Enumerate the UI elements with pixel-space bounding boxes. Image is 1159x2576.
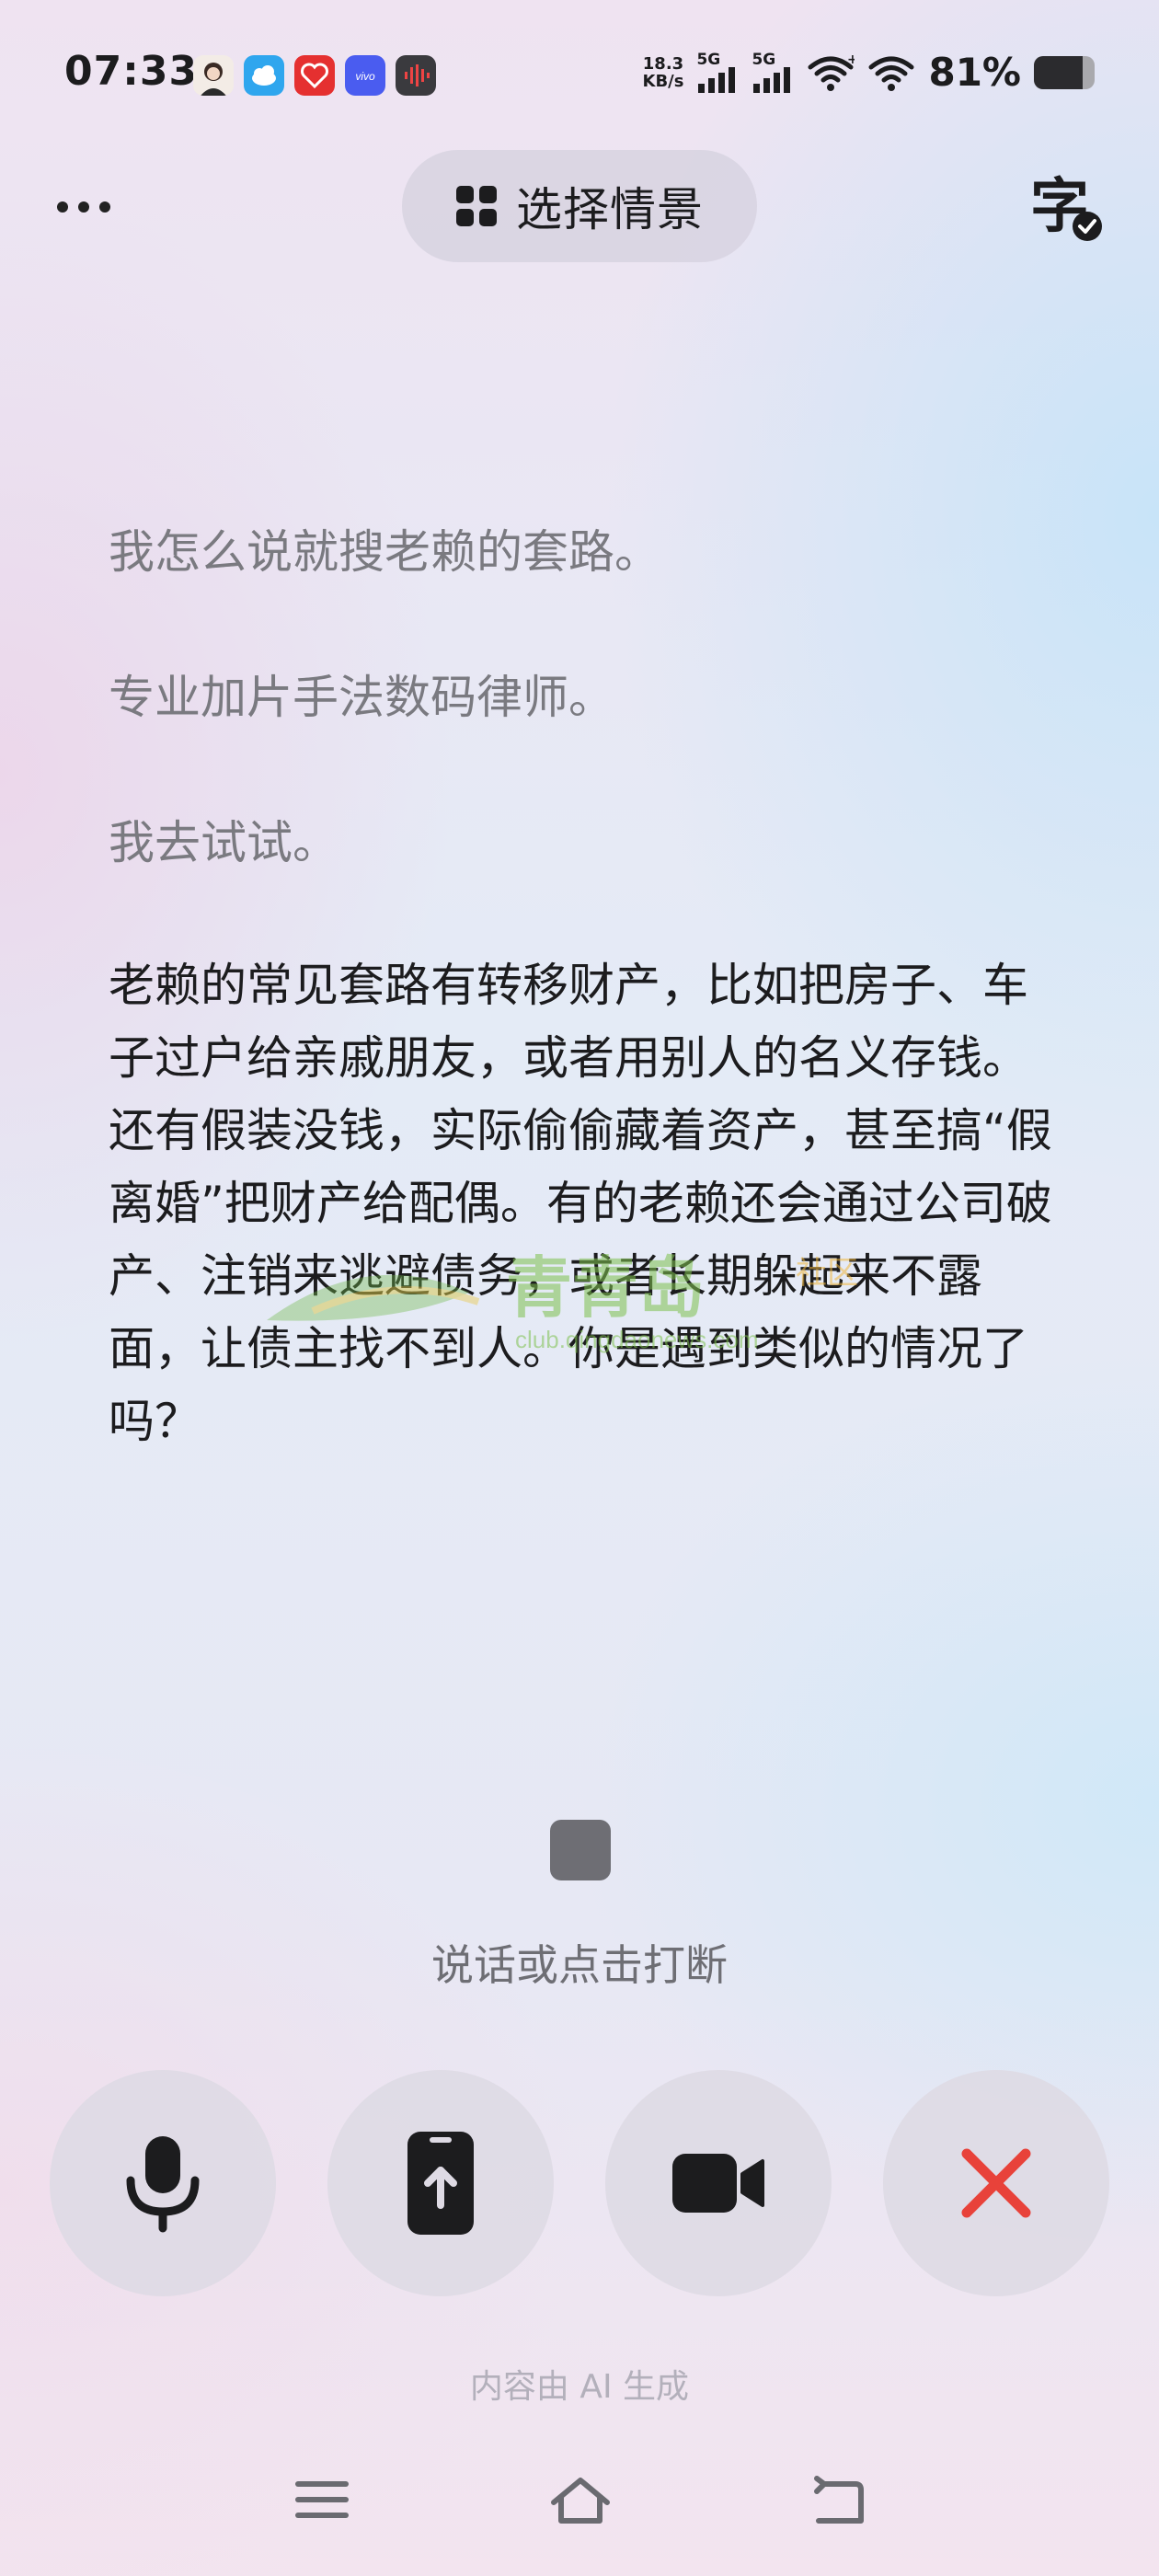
status-time: 07:33 — [64, 48, 199, 95]
end-call-button[interactable] — [883, 2070, 1109, 2296]
sim2-label: 5G — [752, 50, 776, 69]
network-speed: 18.3 KB/s — [643, 55, 684, 90]
more-options-button[interactable] — [57, 184, 140, 230]
cloud-app-icon — [244, 55, 284, 96]
sim1-label: 5G — [696, 50, 721, 69]
user-utterance: 我怎么说就搜老赖的套路。 — [109, 525, 660, 579]
ai-generated-note: 内容由 AI 生成 — [469, 2368, 690, 2406]
network-speed-unit: KB/s — [642, 71, 684, 91]
grid-icon — [456, 186, 497, 226]
notification-icons: vivo — [193, 55, 436, 96]
interrupt-hint: 说话或点击打断 — [431, 1940, 728, 1990]
watermark-logo-icon — [267, 1274, 469, 1321]
battery-fill — [1034, 55, 1084, 89]
watermark-tag: 社区 — [796, 1255, 858, 1292]
share-screen-button[interactable] — [327, 2070, 554, 2296]
microphone-button[interactable] — [50, 2070, 276, 2296]
select-scene-button[interactable]: 选择情景 — [402, 150, 757, 262]
sim2-signal: 5G — [752, 52, 794, 93]
svg-text:vivo: vivo — [355, 70, 375, 83]
signal-bars-icon — [698, 66, 736, 93]
heart-app-icon — [294, 55, 335, 96]
nav-back-button[interactable] — [809, 2475, 868, 2530]
user-utterance: 我去试试。 — [109, 816, 339, 869]
sim1-signal: 5G — [696, 52, 739, 93]
select-scene-label: 选择情景 — [516, 183, 704, 236]
user-utterance: 专业加片手法数码律师。 — [109, 671, 614, 724]
battery-percent: 81% — [928, 50, 1021, 95]
home-icon — [551, 2478, 610, 2524]
status-bar: 07:33 vivo 18.3 KB/s 5G 5G + 81% — [0, 0, 1159, 152]
signal-bars-icon — [753, 66, 791, 93]
stop-speaking-button[interactable] — [550, 1820, 611, 1880]
subtitle-text-icon: 字 — [1030, 173, 1102, 241]
video-call-button[interactable] — [605, 2070, 832, 2296]
hotspot-wifi-icon: + — [808, 52, 855, 91]
microphone-icon — [126, 2136, 200, 2233]
battery-icon — [1034, 55, 1095, 89]
nav-menu-button[interactable] — [293, 2475, 351, 2528]
menu-icon — [295, 2481, 349, 2518]
wifi-icon — [868, 56, 914, 91]
ai-reply: 老赖的常见套路有转移财产，比如把房子、车子过户给亲戚朋友，或者用别人的名义存钱。… — [109, 959, 1052, 1448]
watermark-url: club.qingdaonews.com — [515, 1326, 759, 1353]
avatar-app-icon — [193, 55, 234, 96]
more-dot — [99, 201, 110, 213]
nav-home-button[interactable] — [548, 2475, 613, 2530]
subtitle-toggle-button[interactable]: 字 — [1028, 169, 1106, 247]
video-camera-icon — [672, 2154, 764, 2213]
network-speed-value: 18.3 — [642, 53, 684, 74]
more-dot — [57, 201, 68, 213]
vivo-app-icon: vivo — [345, 55, 385, 96]
svg-text:+: + — [847, 52, 855, 67]
share-screen-icon — [407, 2132, 474, 2235]
site-watermark: 青青岛 社区 club.qingdaonews.com — [267, 1249, 858, 1353]
close-icon — [961, 2148, 1031, 2218]
more-dot — [78, 201, 89, 213]
call-controls — [50, 2070, 1109, 2296]
back-icon — [814, 2476, 864, 2524]
status-indicators: 18.3 KB/s 5G 5G + 81% — [643, 50, 1095, 95]
voice-recorder-icon — [396, 55, 436, 96]
watermark-brand: 青青岛 — [506, 1249, 705, 1327]
